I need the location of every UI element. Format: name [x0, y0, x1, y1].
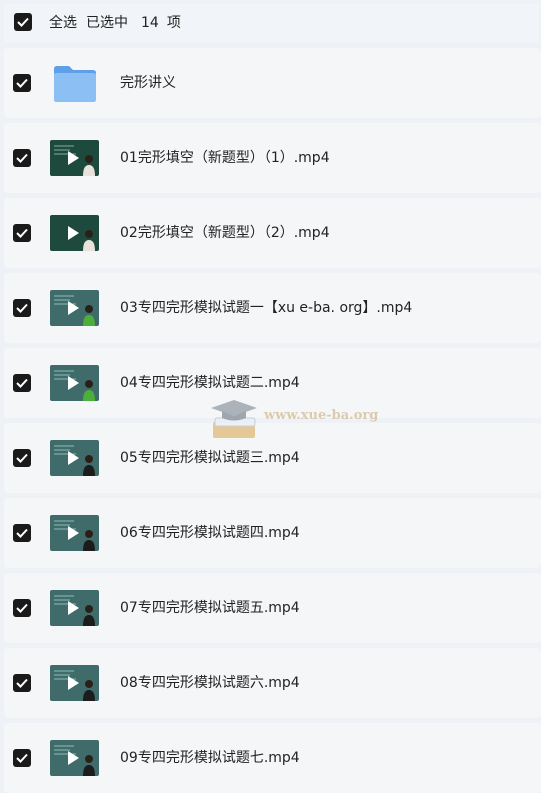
presenter-icon [83, 455, 95, 476]
presenter-icon [83, 530, 95, 551]
video-thumbnail [50, 440, 99, 476]
item-checkbox[interactable] [13, 524, 31, 542]
item-checkbox[interactable] [13, 224, 31, 242]
video-thumbnail [50, 140, 99, 176]
video-thumbnail [50, 590, 99, 626]
item-checkbox[interactable] [13, 374, 31, 392]
checkmark-icon [16, 678, 28, 688]
list-item[interactable]: 完形讲义 [4, 48, 541, 118]
item-checkbox[interactable] [13, 599, 31, 617]
file-name: 完形讲义 [120, 75, 176, 91]
checkmark-icon [16, 303, 28, 313]
play-icon [68, 601, 79, 615]
list-item[interactable]: 04专四完形模拟试题二.mp4 [4, 348, 541, 418]
list-item[interactable]: 09专四完形模拟试题七.mp4 [4, 723, 541, 793]
play-icon [68, 151, 79, 165]
checkmark-icon [16, 453, 28, 463]
file-name: 06专四完形模拟试题四.mp4 [120, 525, 300, 541]
checkmark-icon [16, 78, 28, 88]
presenter-icon [83, 755, 95, 776]
checkmark-icon [17, 17, 29, 27]
selected-prefix: 已选中 [86, 15, 128, 31]
selected-suffix: 项 [166, 15, 181, 31]
play-icon [68, 751, 79, 765]
item-checkbox[interactable] [13, 74, 31, 92]
checkmark-icon [16, 153, 28, 163]
play-icon [68, 676, 79, 690]
selected-count: 14 [141, 15, 159, 31]
file-name: 09专四完形模拟试题七.mp4 [120, 750, 300, 766]
video-thumbnail [50, 365, 99, 401]
file-name: 07专四完形模拟试题五.mp4 [120, 600, 300, 616]
folder-icon [54, 66, 96, 102]
item-checkbox[interactable] [13, 149, 31, 167]
play-icon [68, 226, 79, 240]
video-thumbnail [50, 740, 99, 776]
selection-summary: 全选 已选中 14 项 [49, 13, 190, 33]
file-name: 03专四完形模拟试题一【xu e-ba. org】.mp4 [120, 300, 413, 316]
video-thumbnail [50, 215, 99, 251]
list-item[interactable]: 07专四完形模拟试题五.mp4 [4, 573, 541, 643]
presenter-icon [83, 380, 95, 401]
presenter-icon [83, 155, 95, 176]
item-checkbox[interactable] [13, 674, 31, 692]
list-item[interactable]: 05专四完形模拟试题三.mp4 [4, 423, 541, 493]
play-icon [68, 376, 79, 390]
list-item[interactable]: 06专四完形模拟试题四.mp4 [4, 498, 541, 568]
play-icon [68, 301, 79, 315]
presenter-icon [83, 605, 95, 626]
list-item[interactable]: 03专四完形模拟试题一【xu e-ba. org】.mp4 [4, 273, 541, 343]
file-name: 08专四完形模拟试题六.mp4 [120, 675, 300, 691]
video-thumbnail [50, 515, 99, 551]
play-icon [68, 451, 79, 465]
presenter-icon [83, 680, 95, 701]
video-thumbnail [50, 665, 99, 701]
presenter-icon [83, 230, 95, 251]
checkmark-icon [16, 228, 28, 238]
file-name: 05专四完形模拟试题三.mp4 [120, 450, 300, 466]
checkmark-icon [16, 378, 28, 388]
file-name: 04专四完形模拟试题二.mp4 [120, 375, 300, 391]
file-name: 01完形填空（新题型）（1）.mp4 [120, 150, 330, 166]
item-checkbox[interactable] [13, 449, 31, 467]
checkmark-icon [16, 753, 28, 763]
select-all-label[interactable]: 全选 [49, 15, 77, 31]
selection-header: 全选 已选中 14 项 [4, 4, 539, 42]
video-thumbnail [50, 290, 99, 326]
list-item[interactable]: 08专四完形模拟试题六.mp4 [4, 648, 541, 718]
list-item[interactable]: 02完形填空（新题型）（2）.mp4 [4, 198, 541, 268]
presenter-icon [83, 305, 95, 326]
file-name: 02完形填空（新题型）（2）.mp4 [120, 225, 330, 241]
list-item[interactable]: 01完形填空（新题型）（1）.mp4 [4, 123, 541, 193]
checkmark-icon [16, 603, 28, 613]
item-checkbox[interactable] [13, 299, 31, 317]
item-checkbox[interactable] [13, 749, 31, 767]
play-icon [68, 526, 79, 540]
checkmark-icon [16, 528, 28, 538]
select-all-checkbox[interactable] [14, 13, 32, 31]
